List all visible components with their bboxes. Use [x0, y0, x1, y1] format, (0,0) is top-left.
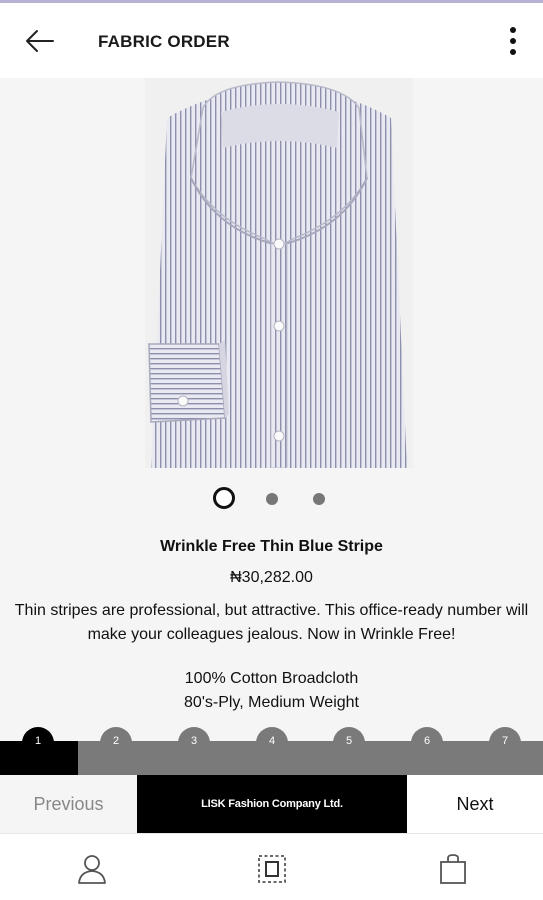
product-image[interactable]: [145, 78, 413, 468]
page-title: FABRIC ORDER: [98, 32, 230, 51]
shopping-bag-icon: [440, 854, 466, 884]
product-description: Thin stripes are professional, but attra…: [14, 602, 529, 643]
nav-profile[interactable]: [74, 852, 110, 886]
step-2[interactable]: 2: [100, 727, 132, 759]
user-icon: [78, 855, 106, 884]
arrow-left-icon: [26, 30, 54, 52]
step-7[interactable]: 7: [489, 727, 521, 759]
product-spec-fabric: 100% Cotton Broadcloth: [184, 670, 359, 687]
next-button[interactable]: Next: [407, 775, 543, 833]
product-price: ₦30,282.00: [230, 569, 313, 586]
step-3[interactable]: 3: [178, 727, 210, 759]
carousel-indicator: [0, 487, 543, 511]
product-spec-weight: 80's-Ply, Medium Weight: [184, 694, 359, 711]
fabric-frame-icon: [258, 855, 286, 883]
carousel-dot[interactable]: [266, 493, 278, 505]
back-button[interactable]: [22, 23, 58, 59]
carousel-dot-active[interactable]: [213, 487, 235, 509]
app-bar: FABRIC ORDER: [0, 3, 543, 78]
nav-cart[interactable]: [435, 852, 471, 886]
more-vertical-icon: [510, 27, 516, 33]
nav-fabric[interactable]: [254, 852, 290, 886]
step-5[interactable]: 5: [333, 727, 365, 759]
bottom-actions: Previous LISK Fashion Company Ltd. Next: [0, 775, 543, 833]
brand-label: LISK Fashion Company Ltd.: [137, 775, 407, 833]
previous-button[interactable]: Previous: [0, 775, 137, 833]
product-name: Wrinkle Free Thin Blue Stripe: [160, 538, 383, 555]
step-1[interactable]: 1: [22, 727, 54, 759]
fabric-order-screen: FABRIC ORDER Wrinkle Free Thin Blue Stri…: [0, 0, 543, 900]
step-progress: 1 2 3 4 5 6 7: [0, 727, 543, 775]
step-4[interactable]: 4: [256, 727, 288, 759]
bottom-navigation: [0, 833, 543, 900]
step-6[interactable]: 6: [411, 727, 443, 759]
carousel-dot[interactable]: [313, 493, 325, 505]
more-options-button[interactable]: [499, 21, 527, 61]
